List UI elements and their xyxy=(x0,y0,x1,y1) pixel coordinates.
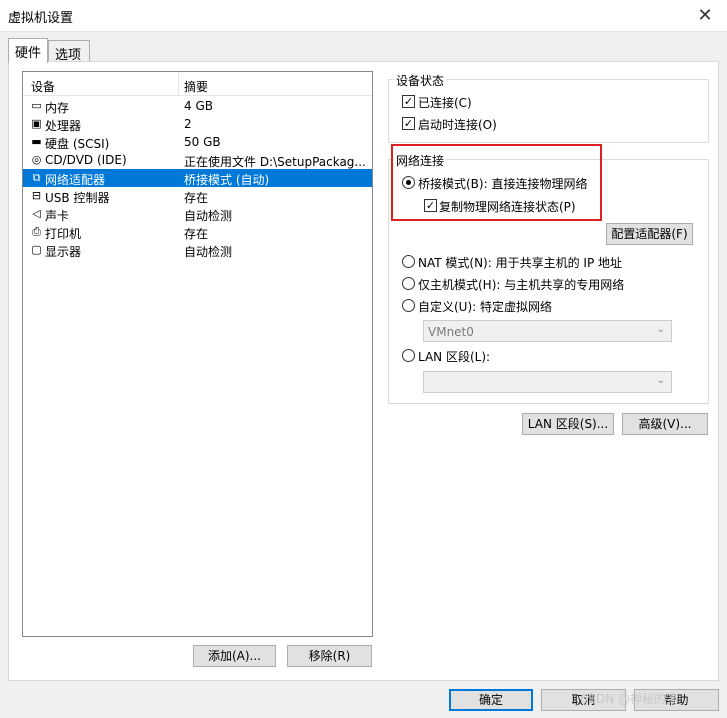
add-button[interactable]: 添加(A)... xyxy=(193,645,276,667)
column-divider[interactable] xyxy=(178,72,179,96)
device-name: 网络适配器 xyxy=(45,173,106,187)
device-summary: 桥接模式 (自动) xyxy=(184,173,270,187)
device-name: 内存 xyxy=(45,101,70,115)
tab-hardware[interactable]: 硬件 xyxy=(8,38,48,63)
chevron-down-icon: ⌄ xyxy=(656,324,665,335)
device-summary: 50 GB xyxy=(184,135,221,149)
annotation-highlight-box xyxy=(391,144,602,221)
nat-radio[interactable] xyxy=(402,255,415,268)
device-row[interactable]: ◎ CD/DVD (IDE) 正在使用文件 D:\SetupPackag... xyxy=(23,151,372,169)
device-name: 处理器 xyxy=(45,119,82,133)
display-icon: ▢ xyxy=(31,243,42,256)
custom-label[interactable]: 自定义(U): 特定虚拟网络 xyxy=(418,298,552,315)
device-list[interactable]: 设备 摘要 ▭ 内存 4 GB ▣ 处理器 2 ▬ 硬盘 (SCSI) 50 GB ◎ CD/DVD… xyxy=(22,71,373,637)
device-row[interactable]: ▭ 内存 4 GB xyxy=(23,97,372,115)
advanced-button[interactable]: 高级(V)... xyxy=(622,413,708,435)
window-title: 虚拟机设置 xyxy=(8,11,74,26)
remove-button[interactable]: 移除(R) xyxy=(287,645,372,667)
device-name: CD/DVD (IDE) xyxy=(45,153,127,167)
device-name: USB 控制器 xyxy=(45,191,110,205)
device-row[interactable]: ⊟ USB 控制器 存在 xyxy=(23,187,372,205)
device-name: 显示器 xyxy=(45,245,82,259)
device-list-header: 设备 摘要 xyxy=(23,72,372,96)
device-summary: 4 GB xyxy=(184,99,213,113)
chevron-down-icon: ⌄ xyxy=(656,375,665,386)
connected-label[interactable]: 已连接(C) xyxy=(418,94,472,111)
lan-segment-label[interactable]: LAN 区段(L): xyxy=(418,348,490,365)
device-summary: 存在 xyxy=(184,191,209,205)
device-row[interactable]: ◁ 声卡 自动检测 xyxy=(23,205,372,223)
memory-icon: ▭ xyxy=(31,99,42,112)
host-only-label[interactable]: 仅主机模式(H): 与主机共享的专用网络 xyxy=(418,276,624,293)
device-name: 声卡 xyxy=(45,209,70,223)
lan-segment-select[interactable]: ⌄ xyxy=(423,371,672,393)
column-header-summary[interactable]: 摘要 xyxy=(184,78,208,95)
column-header-device[interactable]: 设备 xyxy=(31,78,55,95)
host-only-radio[interactable] xyxy=(402,277,415,290)
custom-network-value: VMnet0 xyxy=(428,325,474,339)
device-row[interactable]: ⎙ 打印机 存在 xyxy=(23,223,372,241)
lan-segment-radio[interactable] xyxy=(402,349,415,362)
device-name: 打印机 xyxy=(45,227,82,241)
processor-icon: ▣ xyxy=(31,117,42,130)
device-summary: 自动检测 xyxy=(184,209,233,223)
ok-button[interactable]: 确定 xyxy=(449,689,533,711)
device-summary: 正在使用文件 D:\SetupPackag... xyxy=(184,155,366,169)
connect-at-power-on-label[interactable]: 启动时连接(O) xyxy=(418,116,497,133)
cd-dvd-icon: ◎ xyxy=(31,153,42,166)
nat-label[interactable]: NAT 模式(N): 用于共享主机的 IP 地址 xyxy=(418,254,622,271)
sound-card-icon: ◁ xyxy=(32,207,41,220)
usb-icon: ⊟ xyxy=(31,189,42,202)
custom-network-select[interactable]: VMnet0 ⌄ xyxy=(423,320,672,342)
printer-icon: ⎙ xyxy=(32,225,41,238)
connected-checkbox[interactable]: ✓ xyxy=(402,95,415,108)
network-adapter-icon: ⧉ xyxy=(32,171,41,184)
custom-radio[interactable] xyxy=(402,299,415,312)
device-summary: 存在 xyxy=(184,227,209,241)
connect-at-power-on-checkbox[interactable]: ✓ xyxy=(402,117,415,130)
device-row[interactable]: ▬ 硬盘 (SCSI) 50 GB xyxy=(23,133,372,151)
device-row[interactable]: ▢ 显示器 自动检测 xyxy=(23,241,372,259)
watermark: CSDN @神秘的笑 xyxy=(580,692,679,706)
tab-options[interactable]: 选项 xyxy=(48,40,90,63)
title-bar: 虚拟机设置 ✕ xyxy=(0,0,727,32)
configure-adapter-button[interactable]: 配置适配器(F) xyxy=(606,223,693,245)
device-name: 硬盘 (SCSI) xyxy=(45,137,110,151)
device-row[interactable]: ▣ 处理器 2 xyxy=(23,115,372,133)
device-summary: 2 xyxy=(184,117,192,131)
hard-disk-icon: ▬ xyxy=(31,135,42,148)
device-row[interactable]: ⧉ 网络适配器 桥接模式 (自动) xyxy=(23,169,372,187)
device-summary: 自动检测 xyxy=(184,245,233,259)
lan-segments-button[interactable]: LAN 区段(S)... xyxy=(522,413,614,435)
device-status-label: 设备状态 xyxy=(394,72,447,89)
close-icon[interactable]: ✕ xyxy=(693,4,717,28)
